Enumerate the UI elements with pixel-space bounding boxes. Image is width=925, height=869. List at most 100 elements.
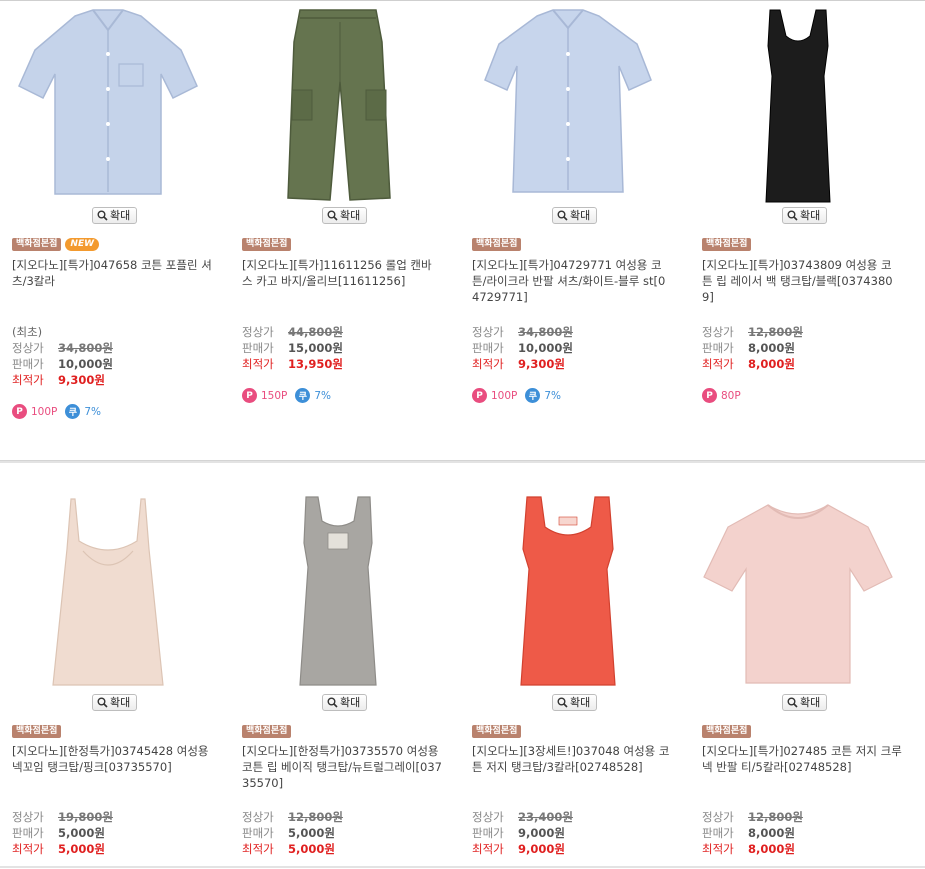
sale-price: 10,000원 [518, 341, 573, 355]
product-title[interactable]: [지오다노][특가]027485 코튼 저지 크루넥 반팔 티/5칼라[0274… [702, 743, 902, 775]
coupon-value: 7% [544, 389, 562, 402]
price-block: 정상가 44,800원 판매가 15,000원 최적가 13,950원 [242, 324, 343, 372]
price-block: 정상가 12,800원 판매가 8,000원 최적가 8,000원 [702, 809, 803, 857]
badge-group: 백화점본점 [702, 238, 752, 251]
magnifier-icon [97, 210, 108, 221]
zoom-label: 확대 [340, 209, 361, 222]
badge-group: 백화점본점 [472, 238, 522, 251]
product-title[interactable]: [지오다노][특가]047658 코튼 포플린 셔츠/3칼라 [12, 257, 212, 289]
point-icon: P [242, 388, 257, 403]
zoom-button[interactable]: 확대 [322, 207, 368, 224]
product-image-pink-camisole[interactable] [0, 487, 215, 687]
point-icon: P [12, 404, 27, 419]
product-row-2: 확대 백화점본점 [지오다노][한정특가]03745428 여성용 넥꼬임 탱크… [0, 462, 925, 869]
sale-price-label: 판매가 [702, 826, 734, 840]
sale-price: 9,000원 [518, 826, 565, 840]
price-block: 정상가 23,400원 판매가 9,000원 최적가 9,000원 [472, 809, 573, 857]
product-title[interactable]: [지오다노][3장세트!]037048 여성용 코튼 저지 탱크탑/3칼라[02… [472, 743, 672, 775]
zoom-button[interactable]: 확대 [92, 207, 138, 224]
product-image-grey-tank[interactable] [230, 487, 445, 687]
point-value: 100P [31, 405, 58, 418]
zoom-button[interactable]: 확대 [92, 694, 138, 711]
magnifier-icon [557, 210, 568, 221]
best-price: 9,300원 [58, 373, 105, 387]
best-price: 9,000원 [518, 842, 565, 856]
zoom-label: 확대 [110, 696, 131, 709]
store-badge: 백화점본점 [12, 238, 62, 251]
zoom-button[interactable]: 확대 [782, 207, 828, 224]
best-price-label: 최적가 [472, 357, 504, 371]
zoom-button[interactable]: 확대 [552, 207, 598, 224]
store-badge: 백화점본점 [702, 238, 752, 251]
product-image-red-tank[interactable] [460, 487, 675, 687]
tank-image [519, 496, 616, 686]
product-row-1: 확대 백화점본점 NEW [지오다노][특가]047658 코튼 포플린 셔츠/… [0, 0, 925, 462]
list-price-label: 정상가 [702, 325, 734, 339]
shirt-image [483, 9, 652, 193]
store-badge: 백화점본점 [12, 725, 62, 738]
product-title[interactable]: [지오다노][특가]04729771 여성용 코튼/라이크라 반팔 셔츠/화이트… [472, 257, 672, 305]
sale-price: 10,000원 [58, 357, 113, 371]
best-price: 5,000원 [288, 842, 335, 856]
point-value: 150P [261, 389, 288, 402]
shirt-image [17, 9, 198, 195]
coupon-icon: 쿠 [295, 388, 311, 403]
product-image-cargo-pants[interactable] [230, 0, 445, 201]
tank-image [298, 496, 377, 686]
best-price-label: 최적가 [702, 842, 734, 856]
product-title[interactable]: [지오다노][한정특가]03745428 여성용 넥꼬임 탱크탑/핑크[0373… [12, 743, 212, 775]
store-badge: 백화점본점 [242, 725, 292, 738]
sale-price-label: 판매가 [242, 826, 274, 840]
sale-price: 8,000원 [748, 341, 795, 355]
best-price-label: 최적가 [702, 357, 734, 371]
zoom-label: 확대 [570, 696, 591, 709]
magnifier-icon [327, 697, 338, 708]
store-badge: 백화점본점 [472, 238, 522, 251]
store-badge: 백화점본점 [242, 238, 292, 251]
badge-group: 백화점본점 [242, 238, 292, 251]
price-block: (최초) 정상가 34,800원 판매가 10,000원 최적가 9,300원 [12, 324, 113, 388]
coupon-icon: 쿠 [525, 388, 541, 403]
sale-price-label: 판매가 [12, 357, 44, 371]
product-image-shirt-blue[interactable] [0, 0, 215, 200]
product-title[interactable]: [지오다노][한정특가]03735570 여성용 코튼 립 베이직 탱크탑/뉴트… [242, 743, 442, 791]
sale-price: 8,000원 [748, 826, 795, 840]
list-price: 19,800원 [58, 810, 113, 824]
sale-price: 15,000원 [288, 341, 343, 355]
sale-price: 5,000원 [58, 826, 105, 840]
list-price-label: 정상가 [472, 325, 504, 339]
zoom-button[interactable]: 확대 [782, 694, 828, 711]
list-price: 12,800원 [748, 810, 803, 824]
best-price-label: 최적가 [12, 842, 44, 856]
point-icon: P [472, 388, 487, 403]
point-value: 100P [491, 389, 518, 402]
magnifier-icon [557, 697, 568, 708]
best-price-label: 최적가 [242, 842, 274, 856]
product-title[interactable]: [지오다노][특가]11611256 롤업 캔바스 카고 바지/올리브[1161… [242, 257, 442, 289]
new-badge: NEW [65, 238, 100, 251]
zoom-button[interactable]: 확대 [322, 694, 368, 711]
zoom-button[interactable]: 확대 [552, 694, 598, 711]
magnifier-icon [787, 697, 798, 708]
best-price: 9,300원 [518, 357, 565, 371]
best-price: 13,950원 [288, 357, 343, 371]
coupon-icon: 쿠 [65, 404, 81, 419]
list-price-label: 정상가 [702, 810, 734, 824]
product-image-black-tank[interactable] [690, 0, 905, 203]
camisole-image [51, 498, 164, 686]
badge-group: 백화점본점 [12, 725, 62, 738]
product-image-pink-tee[interactable] [690, 487, 905, 687]
coupon-value: 7% [84, 405, 102, 418]
product-image-womens-shirt[interactable] [460, 0, 675, 200]
best-price: 5,000원 [58, 842, 105, 856]
zoom-label: 확대 [800, 696, 821, 709]
coupon-value: 7% [314, 389, 332, 402]
zoom-label: 확대 [110, 209, 131, 222]
list-price: 34,800원 [518, 325, 573, 339]
badge-group: 백화점본점 NEW [12, 238, 100, 251]
best-price-label: 최적가 [472, 842, 504, 856]
sale-price-label: 판매가 [12, 826, 44, 840]
price-block: 정상가 12,800원 판매가 5,000원 최적가 5,000원 [242, 809, 343, 857]
badge-group: 백화점본점 [702, 725, 752, 738]
product-title[interactable]: [지오다노][특가]03743809 여성용 코튼 립 레이서 백 탱크탑/블랙… [702, 257, 902, 305]
